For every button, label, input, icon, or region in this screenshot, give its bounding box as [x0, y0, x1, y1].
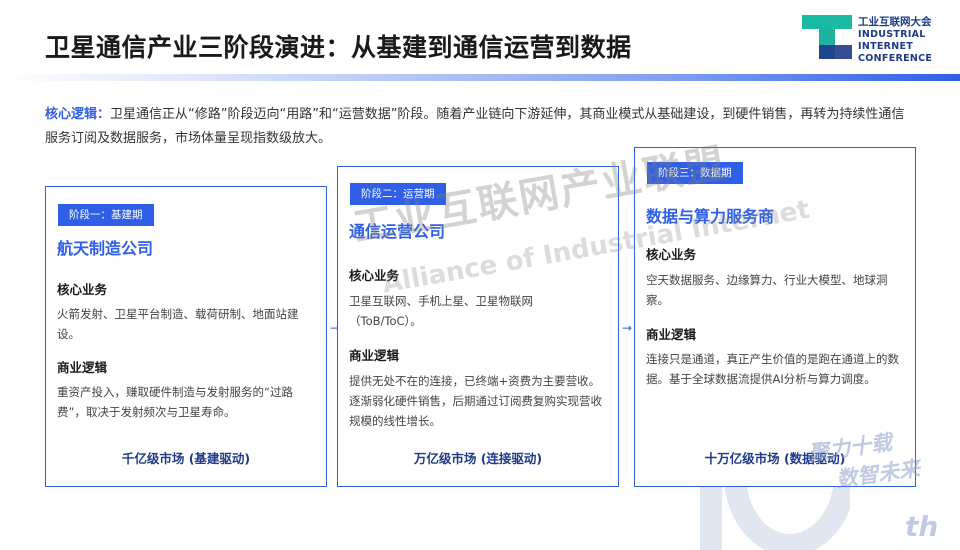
business-logic-text: 重资产投入，赚取硬件制造与发射服务的“过路费”，取决于发射频次与卫星寿命。: [57, 385, 293, 419]
stage-company-name: 航天制造公司: [57, 239, 154, 258]
stage-company-name: 通信运营公司: [349, 222, 446, 241]
logo-en-1: INDUSTRIAL: [858, 29, 926, 40]
market-size-label: 千亿级市场 (基建驱动): [121, 451, 251, 466]
core-logic: 核心逻辑：卫星通信正从“修路”阶段迈向“用路”和“运营数据”阶段。随着产业链向下…: [45, 103, 915, 151]
stage-badge: 阶段二：运营期: [350, 183, 446, 205]
header-divider: [0, 74, 960, 81]
core-logic-text: 卫星通信正从“修路”阶段迈向“用路”和“运营数据”阶段。随着产业链向下游延伸，其…: [45, 107, 905, 146]
logo-en-2: INTERNET: [858, 41, 914, 52]
market-size-label: 万亿级市场 (连接驱动): [413, 451, 543, 466]
conference-logo-icon: [802, 15, 852, 59]
logo-en-3: CONFERENCE: [858, 53, 933, 64]
core-business-text: 卫星互联网、手机上星、卫星物联网（ToB/ToC）。: [349, 294, 533, 328]
stage-card-2: 阶段二：运营期 通信运营公司 核心业务 卫星互联网、手机上星、卫星物联网（ToB…: [337, 166, 619, 487]
logo-text: 工业互联网大会 INDUSTRIAL INTERNET CONFERENCE: [858, 16, 958, 65]
section-heading-core-business: 核心业务: [646, 247, 697, 262]
section-heading-business-logic: 商业逻辑: [57, 360, 108, 375]
stage-badge: 阶段三：数据期: [647, 162, 743, 184]
stage-badge: 阶段一：基建期: [58, 204, 154, 226]
business-logic-text: 连接只是通道，真正产生价值的是跑在通道上的数据。基于全球数据流提供AI分析与算力…: [646, 352, 899, 386]
arrow-right-icon: →: [622, 321, 633, 335]
conference-logo: 工业互联网大会 INDUSTRIAL INTERNET CONFERENCE: [802, 15, 952, 65]
core-logic-label: 核心逻辑：: [45, 107, 111, 122]
logo-cn: 工业互联网大会: [858, 16, 932, 28]
section-heading-core-business: 核心业务: [57, 282, 108, 297]
watermark-anniversary-suffix: th: [905, 510, 939, 543]
stage-card-1: 阶段一：基建期 航天制造公司 核心业务 火箭发射、卫星平台制造、载荷研制、地面站…: [45, 186, 327, 487]
core-business-text: 空天数据服务、边缘算力、行业大模型、地球洞察。: [646, 273, 888, 307]
section-heading-business-logic: 商业逻辑: [646, 327, 697, 342]
page-title: 卫星通信产业三阶段演进：从基建到通信运营到数据: [45, 33, 632, 62]
business-logic-text: 提供无处不在的连接，已终端+资费为主要营收。逐渐弱化硬件销售，后期通过订阅费复购…: [349, 374, 602, 428]
stage-company-name: 数据与算力服务商: [646, 207, 775, 226]
core-business-text: 火箭发射、卫星平台制造、载荷研制、地面站建设。: [57, 307, 299, 341]
section-heading-core-business: 核心业务: [349, 268, 400, 283]
section-heading-business-logic: 商业逻辑: [349, 348, 400, 363]
